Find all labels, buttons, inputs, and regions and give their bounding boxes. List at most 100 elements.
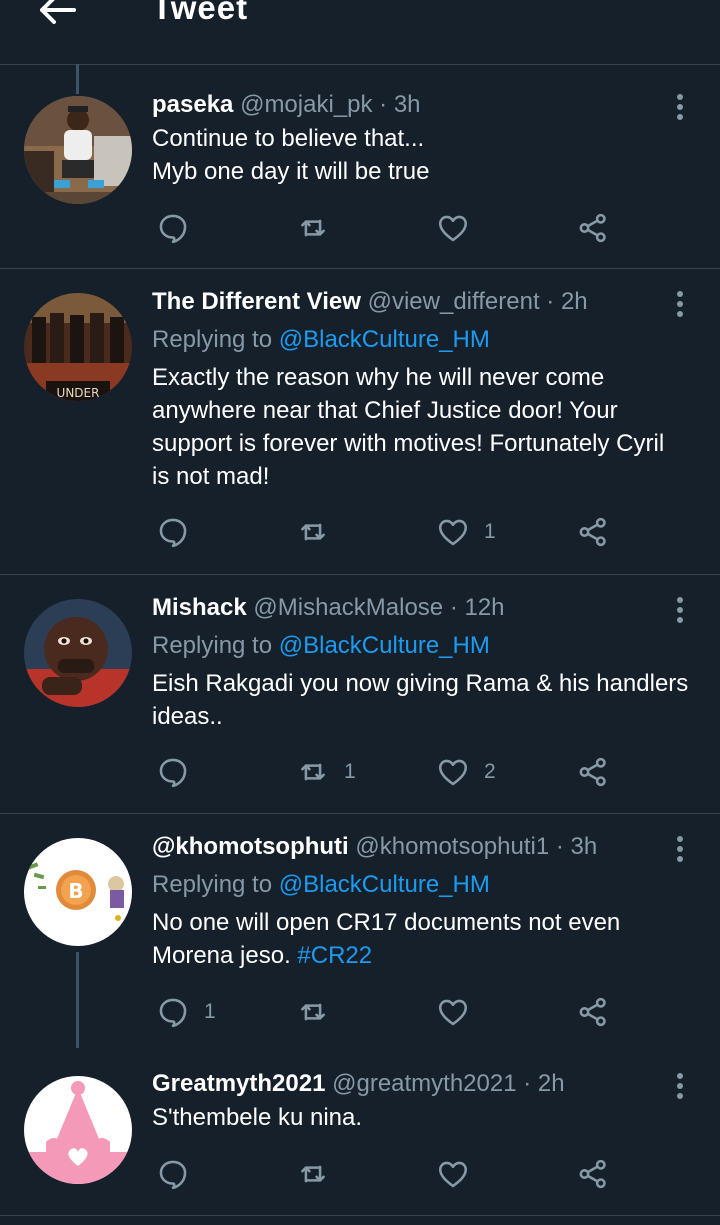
author-name[interactable]: The Different View [152, 288, 361, 315]
author-name[interactable]: Mishack [152, 594, 247, 621]
mention-link[interactable]: @BlackCulture_HM [279, 632, 490, 659]
like-button[interactable] [436, 994, 484, 1030]
tweet-actions [156, 210, 626, 246]
mention-link[interactable]: @BlackCulture_HM [279, 326, 490, 353]
share-button[interactable] [576, 210, 610, 246]
tweet-actions [156, 1156, 626, 1192]
avatar[interactable] [24, 599, 132, 707]
more-options-button[interactable] [676, 291, 684, 321]
share-button[interactable] [576, 754, 610, 790]
tweet-time: · 2h [546, 288, 588, 315]
heart-icon [438, 759, 468, 786]
heart-icon [438, 519, 468, 546]
tweet-content: @khomotsophuti @khomotsophuti1 · 3h Repl… [152, 832, 696, 972]
tweet-actions: 1 2 [156, 754, 626, 790]
tweet-time: · 3h [379, 91, 421, 118]
author-handle[interactable]: @greatmyth2021 [332, 1070, 516, 1097]
like-button[interactable]: 1 [436, 514, 496, 550]
share-icon [579, 1159, 606, 1189]
reply-button[interactable] [156, 210, 204, 246]
hashtag-link[interactable]: #CR22 [297, 942, 372, 969]
reply-button[interactable] [156, 1156, 204, 1192]
avatar[interactable] [24, 96, 132, 204]
svg-text:B: B [68, 879, 83, 903]
reply-button[interactable] [156, 514, 204, 550]
author-name[interactable]: @khomotsophuti [152, 833, 349, 860]
avatar[interactable]: B [24, 838, 132, 946]
tweet-content: Greatmyth2021 @greatmyth2021 · 2h S'them… [152, 1069, 696, 1134]
share-button[interactable] [576, 994, 610, 1030]
svg-text:UNDER: UNDER [57, 386, 100, 400]
retweet-button[interactable] [296, 514, 344, 550]
author-handle[interactable]: @MishackMalose [253, 594, 443, 621]
reply-count: 1 [204, 1000, 216, 1023]
mention-link[interactable]: @BlackCulture_HM [279, 871, 490, 898]
tweet[interactable]: Mishack @MishackMalose · 12h Replying to… [0, 575, 720, 814]
reply-button[interactable] [156, 754, 204, 790]
retweet-button[interactable] [296, 1156, 344, 1192]
more-options-button[interactable] [676, 597, 684, 627]
retweet-button[interactable]: 1 [296, 754, 356, 790]
share-icon [579, 517, 606, 547]
share-button[interactable] [576, 514, 610, 550]
more-options-button[interactable] [676, 94, 684, 124]
tweet-time: · 3h [555, 833, 598, 860]
tweet[interactable]: B @khomotsophuti @khomotsophuti1 · 3h Re… [0, 814, 720, 1048]
thread-line [76, 952, 79, 1048]
tweet-text: Eish Rakgadi you now giving Rama & his h… [152, 670, 689, 730]
tweet-time: · 12h [449, 594, 505, 621]
retweet-button[interactable] [296, 210, 344, 246]
reply-bubble-icon [159, 214, 187, 244]
retweet-icon [301, 763, 325, 781]
share-icon [579, 213, 606, 243]
retweet-icon [301, 1165, 325, 1183]
reply-bubble-icon [159, 758, 187, 788]
retweet-icon [301, 219, 325, 237]
tweet-content: The Different View @view_different · 2h … [152, 287, 696, 493]
tweet-content: Mishack @MishackMalose · 12h Replying to… [152, 593, 696, 733]
author-name[interactable]: Greatmyth2021 [152, 1070, 325, 1097]
like-count: 1 [484, 520, 496, 543]
author-handle[interactable]: @mojaki_pk [240, 91, 372, 118]
avatar[interactable] [24, 1076, 132, 1184]
more-options-button[interactable] [676, 1073, 684, 1103]
heart-icon [438, 999, 468, 1026]
avatar[interactable]: UNDER [24, 293, 132, 401]
like-button[interactable] [436, 1156, 484, 1192]
page-title: Tweet [152, 0, 249, 26]
tweet-time: · 2h [523, 1070, 565, 1097]
reply-bubble-icon [159, 998, 187, 1028]
heart-icon [438, 1161, 468, 1188]
heart-icon [438, 215, 468, 242]
tweet-text: Exactly the reason why he will never com… [152, 364, 665, 490]
share-button[interactable] [576, 1156, 610, 1192]
like-button[interactable] [436, 210, 484, 246]
share-icon [579, 997, 606, 1027]
share-icon [579, 757, 606, 787]
tweet-text: No one will open CR17 documents not even… [152, 909, 621, 969]
retweet-icon [301, 1003, 325, 1021]
tweet-actions: 1 [156, 514, 626, 550]
author-handle[interactable]: @view_different [368, 288, 540, 315]
back-button[interactable] [34, 0, 78, 28]
author-handle[interactable]: @khomotsophuti1 [355, 833, 549, 860]
replying-to: Replying to @BlackCulture_HM [152, 871, 490, 898]
tweet[interactable]: Greatmyth2021 @greatmyth2021 · 2h S'them… [0, 1049, 720, 1216]
tweet-text: Continue to believe that... Myb one day … [152, 125, 430, 185]
reply-bubble-icon [159, 1160, 187, 1190]
retweet-button[interactable] [296, 994, 344, 1030]
tweet-content: paseka @mojaki_pk · 3h Continue to belie… [152, 90, 696, 188]
arrow-left-icon [40, 0, 76, 24]
tweet-text: S'thembele ku nina. [152, 1104, 363, 1131]
retweet-count: 1 [344, 760, 356, 783]
top-bar: Tweet [0, 0, 720, 65]
retweet-icon [301, 523, 325, 541]
like-button[interactable]: 2 [436, 754, 496, 790]
tweet[interactable]: paseka @mojaki_pk · 3h Continue to belie… [0, 64, 720, 269]
tweet[interactable]: UNDER The Different View @view_different… [0, 269, 720, 575]
author-name[interactable]: paseka [152, 91, 233, 118]
reply-button[interactable]: 1 [156, 994, 216, 1030]
like-count: 2 [484, 760, 496, 783]
more-options-button[interactable] [676, 836, 684, 866]
reply-bubble-icon [159, 518, 187, 548]
